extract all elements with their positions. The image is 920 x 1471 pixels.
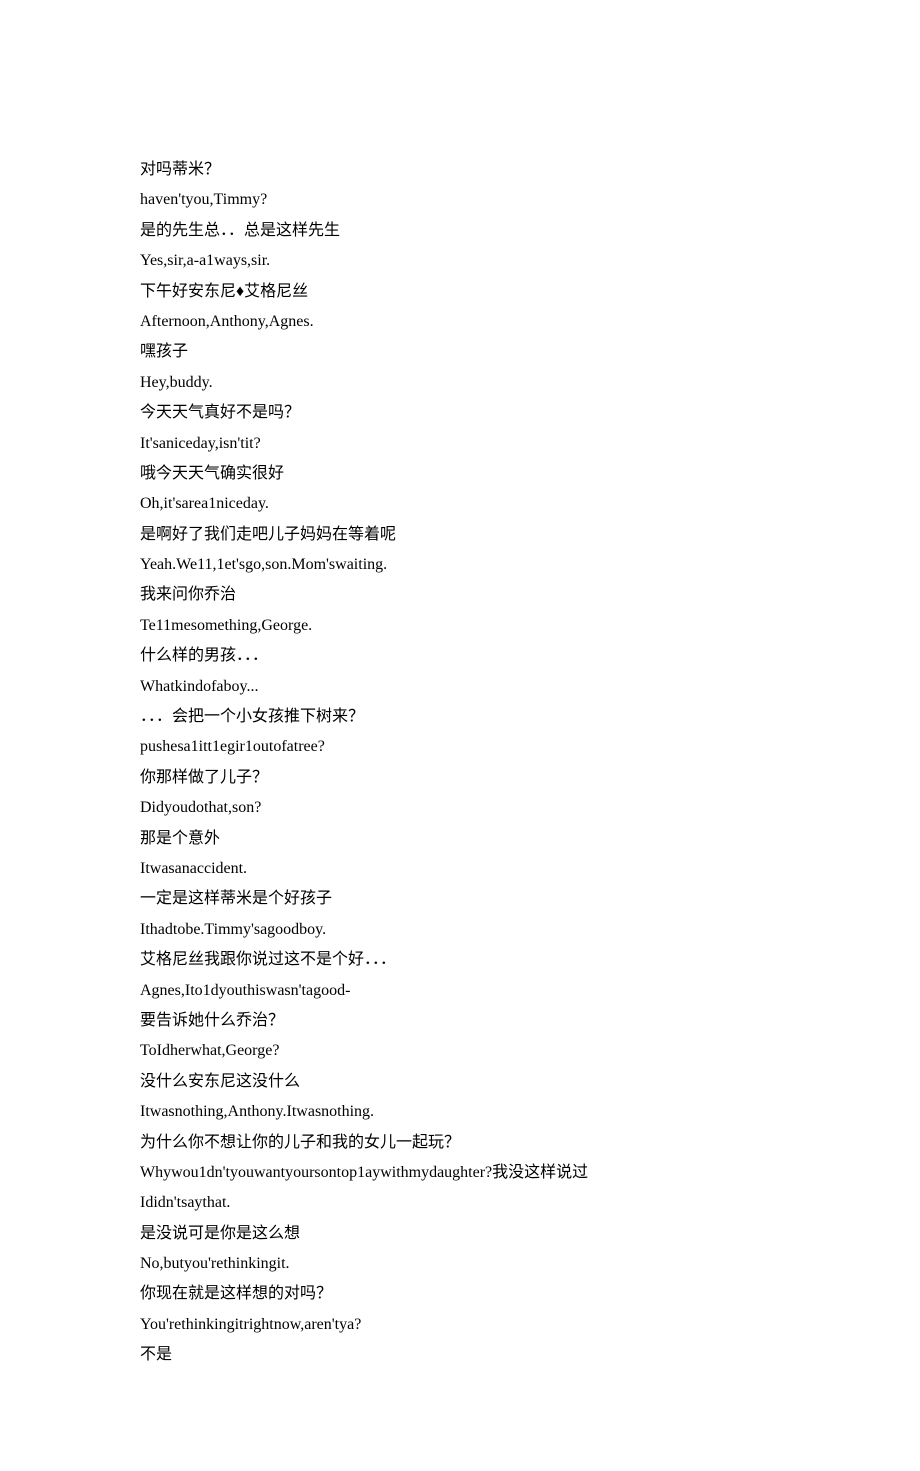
text-line: 下午好安东尼♦艾格尼丝 (140, 277, 780, 307)
text-line: 没什么安东尼这没什么 (140, 1067, 780, 1097)
text-line: ．．．会把一个小女孩推下树来？ (140, 702, 780, 732)
text-line: It'saniceday,isn'tit? (140, 429, 780, 459)
text-line: 一定是这样蒂米是个好孩子 (140, 884, 780, 914)
text-line: Oh,it'sarea1niceday. (140, 489, 780, 519)
text-line: haven'tyou,Timmy? (140, 185, 780, 215)
text-line: No,butyou'rethinkingit. (140, 1249, 780, 1279)
text-line: 艾格尼丝我跟你说过这不是个好．．． (140, 945, 780, 975)
text-line: Yes,sir,a-a1ways,sir. (140, 246, 780, 276)
text-line: 嘿孩子 (140, 337, 780, 367)
text-line: Itwasanaccident. (140, 854, 780, 884)
text-line: Itwasnothing,Anthony.Itwasnothing. (140, 1097, 780, 1127)
text-line: 什么样的男孩．．． (140, 641, 780, 671)
text-line: Whatkindofaboy... (140, 672, 780, 702)
text-line: Afternoon,Anthony,Agnes. (140, 307, 780, 337)
text-line: Ithadtobe.Timmy'sagoodboy. (140, 915, 780, 945)
text-line: Agnes,Ito1dyouthiswasn'tagood- (140, 976, 780, 1006)
text-line: 为什么你不想让你的儿子和我的女儿一起玩？ (140, 1128, 780, 1158)
text-line: pushesa1itt1egir1outofatree? (140, 732, 780, 762)
text-line: Hey,buddy. (140, 368, 780, 398)
text-line: 对吗蒂米？ (140, 155, 780, 185)
text-line: 是啊好了我们走吧儿子妈妈在等着呢 (140, 520, 780, 550)
text-line: 哦今天天气确实很好 (140, 459, 780, 489)
text-line: 不是 (140, 1340, 780, 1370)
document-page: 对吗蒂米？ haven'tyou,Timmy? 是的先生总．．总是这样先生 Ye… (0, 0, 920, 1471)
text-line: You'rethinkingitrightnow,aren'tya? (140, 1310, 780, 1340)
text-line: Te11mesomething,George. (140, 611, 780, 641)
text-line: 要告诉她什么乔治？ (140, 1006, 780, 1036)
text-line: 我来问你乔治 (140, 580, 780, 610)
text-line: Yeah.We11,1et'sgo,son.Mom'swaiting. (140, 550, 780, 580)
text-line: 今天天气真好不是吗？ (140, 398, 780, 428)
text-line: Whywou1dn'tyouwantyoursontop1aywithmydau… (140, 1158, 780, 1188)
text-line: 你那样做了儿子？ (140, 763, 780, 793)
text-line: 你现在就是这样想的对吗？ (140, 1279, 780, 1309)
text-line: Didyoudothat,son? (140, 793, 780, 823)
text-line: 是的先生总．．总是这样先生 (140, 216, 780, 246)
text-line: Ididn'tsaythat. (140, 1188, 780, 1218)
text-line: ToIdherwhat,George? (140, 1036, 780, 1066)
text-line: 是没说可是你是这么想 (140, 1219, 780, 1249)
text-line: 那是个意外 (140, 824, 780, 854)
